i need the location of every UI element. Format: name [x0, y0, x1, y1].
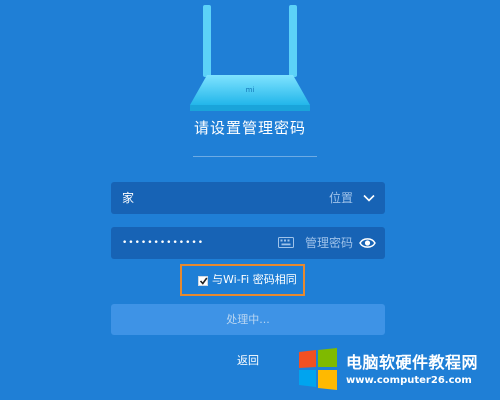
divider	[193, 156, 317, 157]
eye-icon[interactable]	[359, 236, 376, 250]
location-label: 位置	[328, 191, 353, 205]
password-value: •••••••••••••	[122, 238, 205, 248]
chevron-down-icon[interactable]	[362, 191, 376, 205]
same-as-wifi-checkbox[interactable]	[198, 276, 208, 286]
same-as-wifi-label[interactable]: 与Wi-Fi 密码相同	[212, 266, 297, 294]
wifi-name-value: 家	[122, 191, 135, 205]
wifi-name-select[interactable]: 家 位置	[111, 182, 385, 214]
keyboard-icon[interactable]	[278, 237, 294, 248]
checkmark-icon	[199, 277, 208, 285]
router-illustration: mi	[190, 5, 310, 111]
back-link[interactable]: 返回	[228, 352, 268, 368]
admin-password-field[interactable]: ••••••••••••• 管理密码	[111, 227, 385, 259]
router-antenna-right	[289, 5, 297, 77]
submit-button[interactable]: 处理中...	[111, 304, 385, 335]
router-logo: mi	[246, 86, 255, 94]
router-antenna-left	[203, 5, 211, 77]
windows-logo-icon	[299, 348, 337, 390]
watermark-title: 电脑软硬件教程网	[346, 353, 479, 372]
watermark-url: www.computer26.com	[346, 375, 472, 386]
page-title: 请设置管理密码	[193, 119, 306, 137]
same-as-wifi-highlight: 与Wi-Fi 密码相同	[180, 264, 305, 296]
password-placeholder-label: 管理密码	[304, 236, 353, 250]
